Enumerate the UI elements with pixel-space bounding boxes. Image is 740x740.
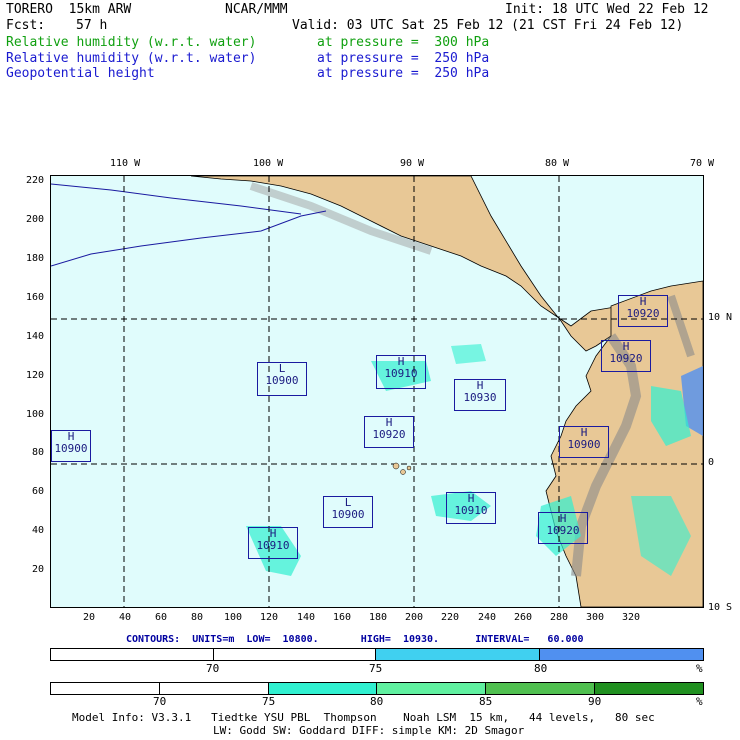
- legend-segment: [214, 649, 376, 660]
- pressure-center-high: H 10900: [559, 426, 609, 458]
- y-tick: 100: [26, 409, 45, 420]
- legend-segment: [51, 649, 214, 660]
- x-tick: 100: [224, 612, 243, 623]
- fcst-label: Fcst:: [6, 18, 46, 33]
- legend-300-label: 75: [262, 695, 276, 708]
- legend-segment: [377, 683, 486, 694]
- legend-250-label: 70: [206, 662, 220, 675]
- legend-segment: [486, 683, 595, 694]
- model-info: Model Info: V3.3.1 Tiedtke YSU PBL Thomp…: [72, 711, 655, 724]
- legend-bar-300hpa: [50, 682, 704, 695]
- x-tick: 140: [297, 612, 316, 623]
- legend-300-label: 85: [479, 695, 493, 708]
- legend-300-label: 80: [370, 695, 384, 708]
- lat-label-10n: 10 N: [708, 312, 733, 323]
- legend-250-label: 80: [534, 662, 548, 675]
- legend-segment: [595, 683, 703, 694]
- field-2-level: at pressure = 250 hPa: [317, 51, 490, 66]
- land-central-america: [190, 176, 632, 352]
- legend-bar-250hpa: [50, 648, 704, 661]
- pressure-center-high: H 10920: [538, 512, 588, 544]
- field-2-name: Relative humidity (w.r.t. water): [6, 51, 257, 66]
- lon-label-100w: 100 W: [253, 158, 284, 169]
- lon-label-90w: 90 W: [400, 158, 425, 169]
- x-tick: 300: [586, 612, 605, 623]
- x-tick: 220: [441, 612, 460, 623]
- galapagos-islands: [392, 462, 412, 475]
- y-tick: 20: [32, 564, 45, 575]
- model-physics: LW: Godd SW: Goddard DIFF: simple KM: 2D…: [213, 724, 525, 737]
- lon-label-70w: 70 W: [690, 158, 715, 169]
- model-name: TORERO 15km ARW: [6, 2, 132, 17]
- contour-info: CONTOURS: UNITS=m LOW= 10800. HIGH= 1093…: [126, 634, 584, 645]
- pressure-center-high: H 10920: [601, 340, 651, 372]
- y-tick: 120: [26, 370, 45, 381]
- map-panel: H 10900 L 10900 H 10910 H 10930 H 10920 H 1092…: [50, 175, 704, 608]
- contour-line: [51, 210, 327, 267]
- legend-250-unit: %: [696, 662, 703, 675]
- pressure-center-high: H 10910: [446, 492, 496, 524]
- legend-segment: [376, 649, 540, 660]
- x-tick: 240: [478, 612, 497, 623]
- pressure-center-high: H 10910: [248, 527, 298, 559]
- pressure-center-high: H 10900: [51, 430, 91, 462]
- y-tick: 40: [32, 525, 45, 536]
- field-1-name: Relative humidity (w.r.t. water): [6, 35, 257, 50]
- y-tick: 60: [32, 486, 45, 497]
- legend-segment: [160, 683, 269, 694]
- init-time: Init: 18 UTC Wed 22 Feb 12: [505, 2, 709, 17]
- x-tick: 60: [155, 612, 168, 623]
- x-tick: 260: [514, 612, 533, 623]
- pressure-center-high: H 10920: [364, 416, 414, 448]
- pressure-center-high: H 10920: [618, 295, 668, 327]
- lat-label-10s: 10 S: [708, 602, 733, 613]
- lon-label-80w: 80 W: [545, 158, 570, 169]
- y-tick: 220: [26, 175, 45, 186]
- legend-segment: [540, 649, 703, 660]
- x-tick: 160: [333, 612, 352, 623]
- legend-300-unit: %: [696, 695, 703, 708]
- fcst-value: 57 h: [76, 18, 108, 33]
- x-tick: 40: [119, 612, 132, 623]
- y-tick: 140: [26, 331, 45, 342]
- pressure-center-low: L 10900: [323, 496, 373, 528]
- x-tick: 120: [260, 612, 279, 623]
- field-3-name: Geopotential height: [6, 66, 155, 81]
- y-tick: 160: [26, 292, 45, 303]
- x-tick: 200: [405, 612, 424, 623]
- humidity-patch: [451, 344, 486, 364]
- x-tick: 180: [369, 612, 388, 623]
- legend-250-label: 75: [369, 662, 383, 675]
- pressure-center-high: H 10930: [454, 379, 506, 411]
- legend-segment: [269, 683, 377, 694]
- x-tick: 20: [83, 612, 96, 623]
- y-tick: 200: [26, 214, 45, 225]
- legend-segment: [51, 683, 160, 694]
- x-tick: 80: [191, 612, 204, 623]
- field-1-level: at pressure = 300 hPa: [317, 35, 490, 50]
- y-tick: 180: [26, 253, 45, 264]
- legend-300-label: 90: [588, 695, 602, 708]
- lat-label-0: 0: [708, 457, 715, 468]
- legend-300-label: 70: [153, 695, 167, 708]
- pressure-center-low: L 10900: [257, 362, 307, 396]
- field-3-level: at pressure = 250 hPa: [317, 66, 490, 81]
- pressure-center-high: H 10910: [376, 355, 426, 389]
- center-name: NCAR/MMM: [225, 2, 288, 17]
- x-tick: 320: [622, 612, 641, 623]
- x-tick: 280: [550, 612, 569, 623]
- map-canvas: [51, 176, 703, 607]
- lon-label-110w: 110 W: [110, 158, 141, 169]
- valid-time: Valid: 03 UTC Sat 25 Feb 12 (21 CST Fri …: [292, 18, 684, 33]
- y-tick: 80: [32, 447, 45, 458]
